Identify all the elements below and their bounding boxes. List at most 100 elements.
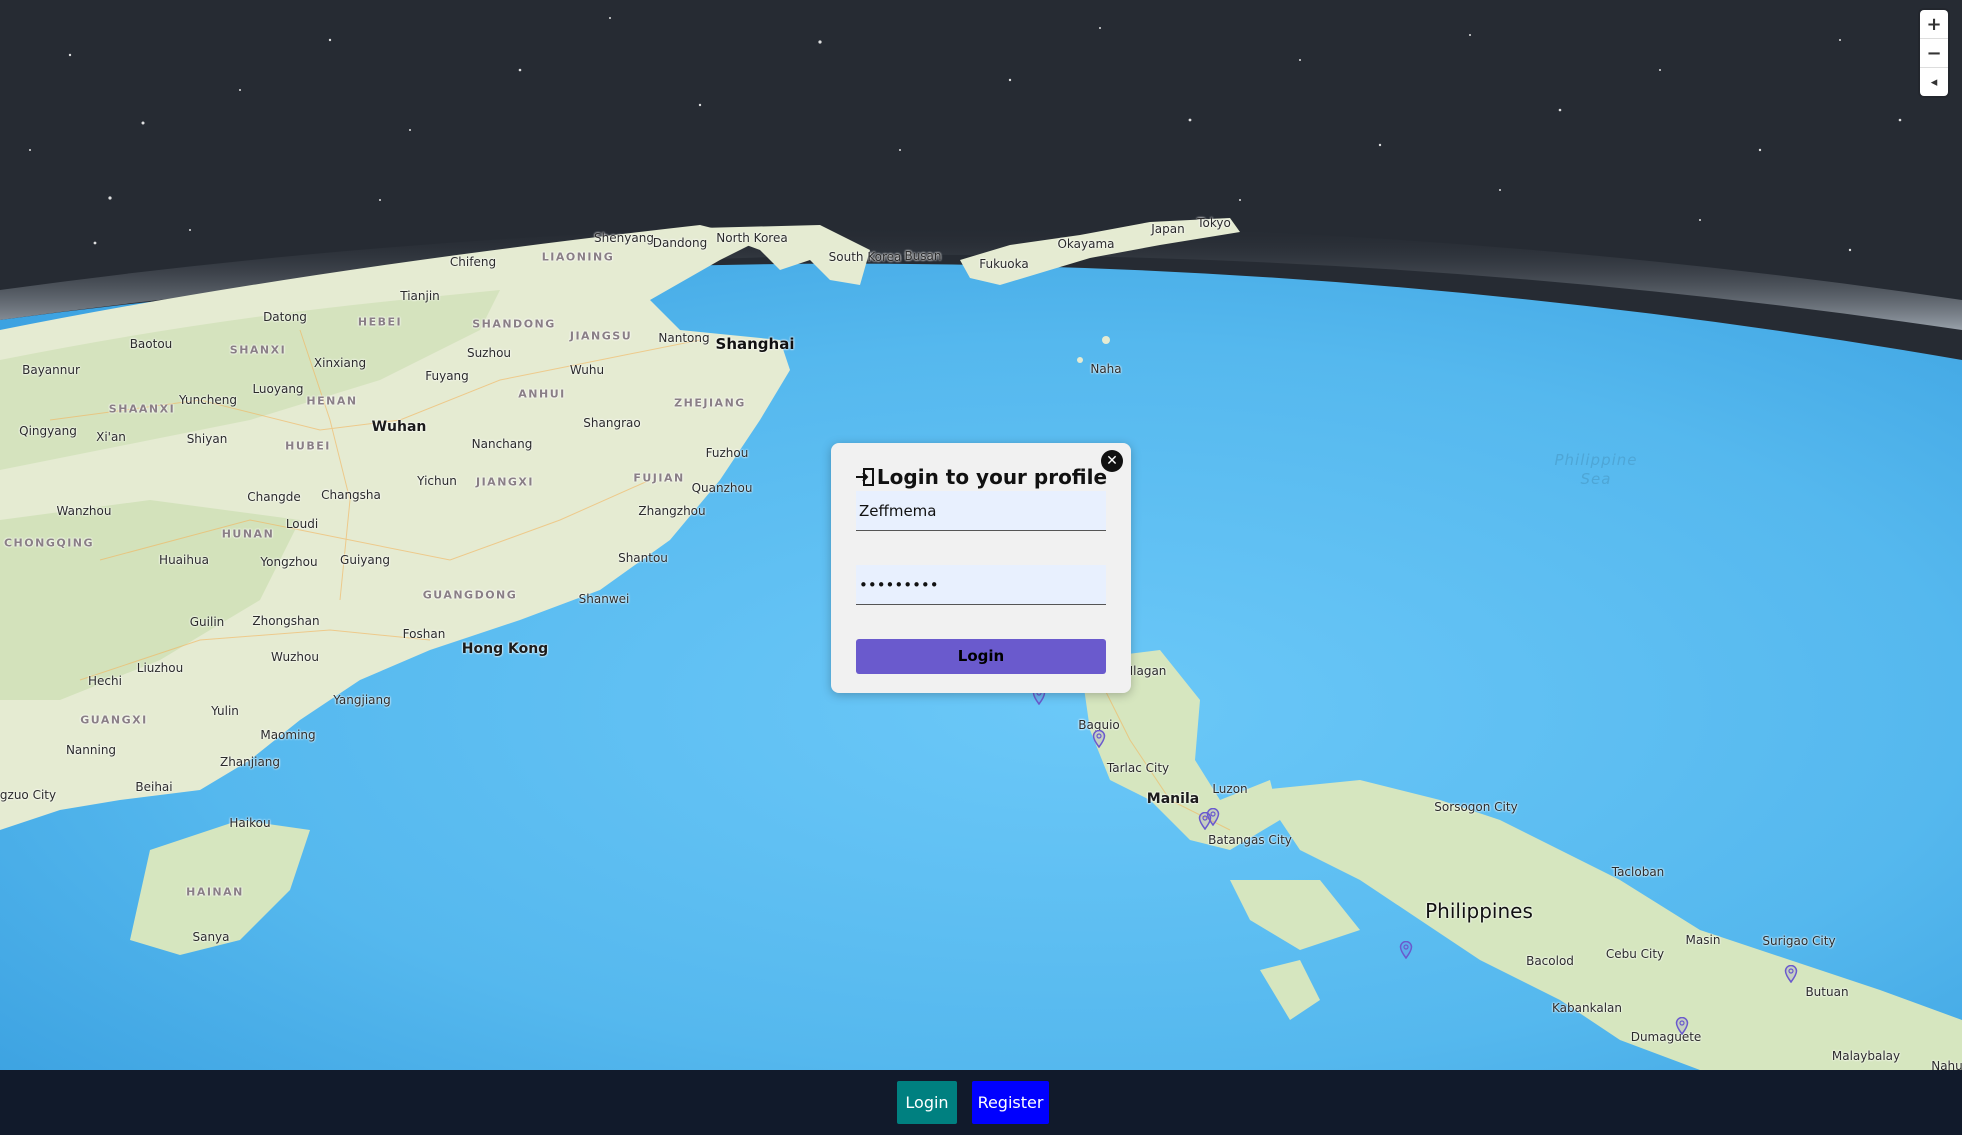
map-label: Nanchang xyxy=(471,437,533,451)
map-label: Wuzhou xyxy=(271,650,319,664)
island xyxy=(1077,357,1083,363)
map-label: JIANGSU xyxy=(569,329,633,343)
map-label: Qingyang xyxy=(19,424,77,438)
footer-bar: Login Register xyxy=(0,1070,1962,1135)
map-label: South Korea xyxy=(828,250,902,264)
map-label: Shiyan xyxy=(186,432,228,446)
map-pin-icon[interactable] xyxy=(1092,730,1106,748)
map-label: Bacolod xyxy=(1526,954,1574,968)
map-label: Yichun xyxy=(417,474,457,488)
map-label: Loudi xyxy=(285,517,319,531)
map-label: Nanning xyxy=(65,743,117,757)
map-label: Baotou xyxy=(129,337,173,351)
island xyxy=(1102,336,1110,344)
map-label: Tokyo xyxy=(1197,216,1231,230)
map-label: SHANXI xyxy=(229,343,287,357)
map-label: Xinxiang xyxy=(313,356,367,370)
map-label: Datong xyxy=(263,310,307,324)
map-label: Zhangzhou xyxy=(638,504,706,518)
map-label: Sanya xyxy=(192,930,230,944)
map-label: Naha xyxy=(1090,362,1122,376)
map-label: Chifeng xyxy=(449,255,497,269)
map-label: Guiyang xyxy=(340,553,390,567)
map-label: Yongzhou xyxy=(260,555,318,569)
map-label: SHAANXI xyxy=(108,402,176,416)
map-label: Shenyang xyxy=(594,231,654,245)
map-label: HUBEI xyxy=(285,439,331,453)
map-label: Hechi xyxy=(88,674,122,688)
map-label: Kabankalan xyxy=(1552,1001,1622,1015)
map-label: Dandong xyxy=(652,236,708,250)
map-label: Huaihua xyxy=(159,553,209,567)
map-label: HUNAN xyxy=(221,527,275,541)
map-label: Dumaguete xyxy=(1630,1030,1702,1044)
map-label: Nahu xyxy=(1931,1059,1962,1070)
modal-title-text: Login to your profile xyxy=(876,465,1108,489)
map-label: Fukuoka xyxy=(979,257,1029,271)
map-label: Cebu City xyxy=(1605,947,1665,961)
map-label: Tianjin xyxy=(400,289,440,303)
map-label: Zhanjiang xyxy=(219,755,281,769)
map-label: Changde xyxy=(247,490,301,504)
map-label: Sorsogon City xyxy=(1434,800,1518,814)
map-label: Hong Kong xyxy=(461,641,549,657)
zoom-in-button[interactable]: + xyxy=(1920,10,1948,39)
map-label: Liuzhou xyxy=(136,661,184,675)
footer-register-button[interactable]: Register xyxy=(972,1081,1049,1124)
map-label: Okayama xyxy=(1057,237,1115,251)
login-submit-button[interactable]: Login xyxy=(856,639,1106,674)
compass-button[interactable]: ◂ xyxy=(1920,68,1948,96)
map-label: Wuhan xyxy=(371,419,427,435)
map-zoom-controls: + − ◂ xyxy=(1920,10,1948,96)
map-label: Quanzhou xyxy=(691,481,753,495)
map-label: JIANGXI xyxy=(475,475,535,489)
map-label: FUJIAN xyxy=(633,471,685,485)
map-label: Shangrao xyxy=(583,416,641,430)
map-label: Bayannur xyxy=(22,363,80,377)
map-label: Fuyang xyxy=(425,369,469,383)
map-label: Shanwei xyxy=(578,592,630,606)
username-field[interactable]: Zeffmema xyxy=(856,491,1106,531)
map-label: Philippines xyxy=(1425,899,1533,923)
map-label: Nantong xyxy=(658,331,710,345)
map-label: Shantou xyxy=(618,551,668,565)
map-label: HENAN xyxy=(306,394,358,408)
map-label: Manila xyxy=(1146,791,1200,807)
map-label: Shanghai xyxy=(715,335,795,353)
map-label: Haikou xyxy=(229,816,271,830)
map-label: Yulin xyxy=(211,704,239,718)
map-label: Luoyang xyxy=(252,382,304,396)
map-label: Surigao City xyxy=(1762,934,1836,948)
map-label: HEBEI xyxy=(357,315,403,329)
map-label: GUANGDONG xyxy=(422,588,518,602)
map-label: Guilin xyxy=(189,615,225,629)
map-label: ANHUI xyxy=(518,387,566,401)
map-pin-icon[interactable] xyxy=(1206,808,1220,826)
map-label: Beihai xyxy=(135,780,173,794)
map-label: gzuo City xyxy=(0,788,57,802)
login-icon xyxy=(855,468,874,486)
map-label: Wuhu xyxy=(569,363,605,377)
map-label: Maoming xyxy=(260,728,316,742)
map-label: Busan xyxy=(904,249,942,263)
modal-title: Login to your profile xyxy=(831,465,1131,489)
map-label: Philippine xyxy=(1554,451,1638,469)
map-label: Fuzhou xyxy=(705,446,749,460)
map-pin-icon[interactable] xyxy=(1399,941,1413,959)
map-label: Zhongshan xyxy=(252,614,320,628)
map-label: Malaybalay xyxy=(1831,1049,1901,1063)
map-label: Sea xyxy=(1580,470,1612,488)
map-label: North Korea xyxy=(716,231,788,245)
password-field[interactable]: ••••••••• xyxy=(856,565,1106,605)
zoom-out-button[interactable]: − xyxy=(1920,39,1948,68)
map-label: Butuan xyxy=(1805,985,1849,999)
map-pin-icon[interactable] xyxy=(1675,1017,1689,1035)
map-label: Changsha xyxy=(321,488,381,502)
map-label: Yuncheng xyxy=(179,393,237,407)
map-label: Masin xyxy=(1685,933,1721,947)
map-pin-icon[interactable] xyxy=(1784,965,1798,983)
footer-login-button[interactable]: Login xyxy=(897,1081,957,1124)
map-label: Batangas City xyxy=(1208,833,1292,847)
map-label: Xi'an xyxy=(96,430,126,444)
map-label: GUANGXI xyxy=(80,713,148,727)
